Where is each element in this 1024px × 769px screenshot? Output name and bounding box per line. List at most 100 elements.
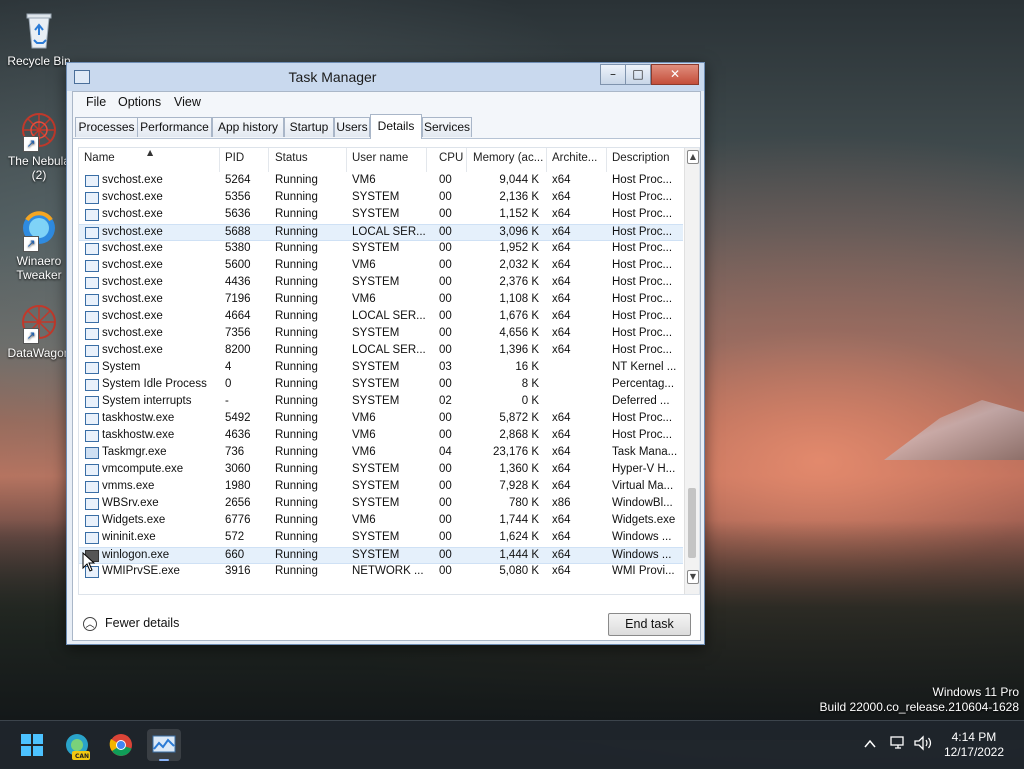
cell-arch: x64 <box>552 226 571 238</box>
table-row[interactable]: System Idle Process 0 Running SYSTEM 00 8 K Pe… <box>79 377 683 394</box>
column-divider[interactable] <box>219 148 220 172</box>
cell-user: SYSTEM <box>352 480 400 492</box>
table-row[interactable]: vmcompute.exe 3060 Running SYSTEM 00 1,360 K x… <box>79 462 683 479</box>
table-row[interactable]: svchost.exe 5264 Running VM6 00 9,044 K x64 Hos… <box>79 173 683 190</box>
minimize-button[interactable]: – <box>600 64 626 85</box>
cell-mem: 23,176 K <box>492 446 539 458</box>
column-status[interactable]: Status <box>275 152 308 174</box>
table-row[interactable]: svchost.exe 7196 Running VM6 00 1,108 K x64 Hos… <box>79 292 683 309</box>
process-icon <box>85 175 99 187</box>
scroll-down-icon[interactable]: ▼ <box>687 570 699 584</box>
cell-mem: 2,376 K <box>499 276 539 288</box>
table-row[interactable]: WBSrv.exe 2656 Running SYSTEM 00 780 K x86 Wind… <box>79 496 683 513</box>
cell-cpu: 00 <box>439 191 452 203</box>
column-name[interactable]: Name <box>84 152 115 174</box>
table-row[interactable]: svchost.exe 4436 Running SYSTEM 00 2,376 K x64… <box>79 275 683 292</box>
column-divider[interactable] <box>546 148 547 172</box>
title-bar[interactable]: Task Manager – □ ✕ <box>67 63 704 91</box>
fewer-details-button[interactable]: ︿ Fewer details <box>83 616 179 631</box>
taskbar-task-manager[interactable] <box>147 729 181 761</box>
table-row[interactable]: System interrupts - Running SYSTEM 02 0 K Defe… <box>79 394 683 411</box>
process-name: vmms.exe <box>102 480 155 492</box>
cell-mem: 1,360 K <box>499 463 539 475</box>
cell-pid: 3916 <box>225 565 251 577</box>
table-row[interactable]: svchost.exe 5380 Running SYSTEM 00 1,952 K x64… <box>79 241 683 258</box>
column-divider[interactable] <box>268 148 269 172</box>
desktop-icon-recycle-bin[interactable]: Recycle Bin <box>4 8 74 68</box>
table-row[interactable]: svchost.exe 5688 Running LOCAL SER... 00 3,09… <box>79 224 683 241</box>
desktop-icon-datawagon[interactable]: ↗ DataWagon <box>4 300 74 360</box>
cell-arch: x86 <box>552 497 571 509</box>
process-icon <box>85 515 99 527</box>
table-header: ▲ Name PID Status User name CPU Memory (… <box>79 148 683 172</box>
table-row[interactable]: Taskmgr.exe 736 Running VM6 04 23,176 K x64 Tas… <box>79 445 683 462</box>
tab-startup[interactable]: Startup <box>284 117 334 137</box>
column-user-name[interactable]: User name <box>352 152 408 174</box>
process-icon <box>85 277 99 289</box>
column-memory[interactable]: Memory (ac... <box>473 152 543 174</box>
column-cpu[interactable]: CPU <box>439 152 463 174</box>
desktop-icon-the-nebula[interactable]: ↗ The Nebula (2) <box>4 108 74 182</box>
table-row[interactable]: svchost.exe 5636 Running SYSTEM 00 1,152 K x64… <box>79 207 683 224</box>
table-row[interactable]: System 4 Running SYSTEM 03 16 K NT Kernel ... <box>79 360 683 377</box>
column-divider[interactable] <box>466 148 467 172</box>
cell-arch: x64 <box>552 429 571 441</box>
scrollbar-thumb[interactable] <box>688 488 696 558</box>
cell-cpu: 00 <box>439 293 452 305</box>
tab-performance[interactable]: Performance <box>137 117 212 137</box>
desktop-icon-winaero-tweaker[interactable]: ↗ Winaero Tweaker <box>4 208 74 282</box>
winaero-tweaker-icon: ↗ <box>17 208 61 252</box>
column-pid[interactable]: PID <box>225 152 244 174</box>
cell-desc: Percentag... <box>612 378 675 390</box>
taskbar-edge-canary[interactable]: CAN <box>60 729 94 761</box>
cell-cpu: 00 <box>439 327 452 339</box>
cell-user: SYSTEM <box>352 327 400 339</box>
table-row[interactable]: svchost.exe 7356 Running SYSTEM 00 4,656 K x64… <box>79 326 683 343</box>
table-row[interactable]: svchost.exe 4664 Running LOCAL SER... 00 1,67… <box>79 309 683 326</box>
tab-processes[interactable]: Processes <box>75 117 138 137</box>
table-row[interactable]: taskhostw.exe 4636 Running VM6 00 2,868 K x64 H… <box>79 428 683 445</box>
tab-services[interactable]: Services <box>422 117 472 137</box>
menu-view[interactable]: View <box>174 95 201 109</box>
start-button[interactable] <box>15 729 49 761</box>
cell-desc: Host Proc... <box>612 412 673 424</box>
table-row[interactable]: WMIPrvSE.exe 3916 Running NETWORK ... 00 5,08… <box>79 564 683 581</box>
close-button[interactable]: ✕ <box>651 64 699 85</box>
menu-options[interactable]: Options <box>118 95 161 109</box>
table-row[interactable]: Widgets.exe 6776 Running VM6 00 1,744 K x64 Wid… <box>79 513 683 530</box>
process-name: System <box>102 361 141 373</box>
process-name: svchost.exe <box>102 174 163 186</box>
tab-details[interactable]: Details <box>370 114 422 139</box>
tab-users[interactable]: Users <box>334 117 370 137</box>
chevron-up-icon[interactable] <box>862 737 878 751</box>
column-architecture[interactable]: Archite... <box>552 152 597 174</box>
menu-file[interactable]: File <box>86 95 106 109</box>
column-divider[interactable] <box>426 148 427 172</box>
cell-status: Running <box>275 531 318 543</box>
tab-app-history[interactable]: App history <box>212 117 284 137</box>
process-name: WMIPrvSE.exe <box>102 565 180 577</box>
cell-status: Running <box>275 378 318 390</box>
cell-mem: 7,928 K <box>499 480 539 492</box>
column-divider[interactable] <box>606 148 607 172</box>
table-row[interactable]: winlogon.exe 660 Running SYSTEM 00 1,444 K x64… <box>79 547 683 564</box>
network-icon[interactable] <box>889 735 907 751</box>
end-task-button[interactable]: End task <box>608 613 691 636</box>
cell-mem: 2,136 K <box>499 191 539 203</box>
cell-pid: 4664 <box>225 310 251 322</box>
scroll-up-icon[interactable]: ▲ <box>687 150 699 164</box>
volume-icon[interactable] <box>913 735 933 751</box>
table-row[interactable]: taskhostw.exe 5492 Running VM6 00 5,872 K x64 H… <box>79 411 683 428</box>
column-description[interactable]: Description <box>612 152 670 174</box>
maximize-button[interactable]: □ <box>625 64 651 85</box>
table-row[interactable]: svchost.exe 5356 Running SYSTEM 00 2,136 K x64… <box>79 190 683 207</box>
table-row[interactable]: vmms.exe 1980 Running SYSTEM 00 7,928 K x64 Vir… <box>79 479 683 496</box>
process-icon <box>85 209 99 221</box>
system-clock[interactable]: 4:14 PM 12/17/2022 <box>944 730 1004 760</box>
table-row[interactable]: svchost.exe 5600 Running VM6 00 2,032 K x64 Hos… <box>79 258 683 275</box>
table-row[interactable]: wininit.exe 572 Running SYSTEM 00 1,624 K x64 W… <box>79 530 683 547</box>
vertical-scrollbar[interactable]: ▲ ▼ <box>684 148 699 594</box>
column-divider[interactable] <box>346 148 347 172</box>
taskbar-chrome[interactable] <box>104 729 138 761</box>
table-row[interactable]: svchost.exe 8200 Running LOCAL SER... 00 1,39… <box>79 343 683 360</box>
